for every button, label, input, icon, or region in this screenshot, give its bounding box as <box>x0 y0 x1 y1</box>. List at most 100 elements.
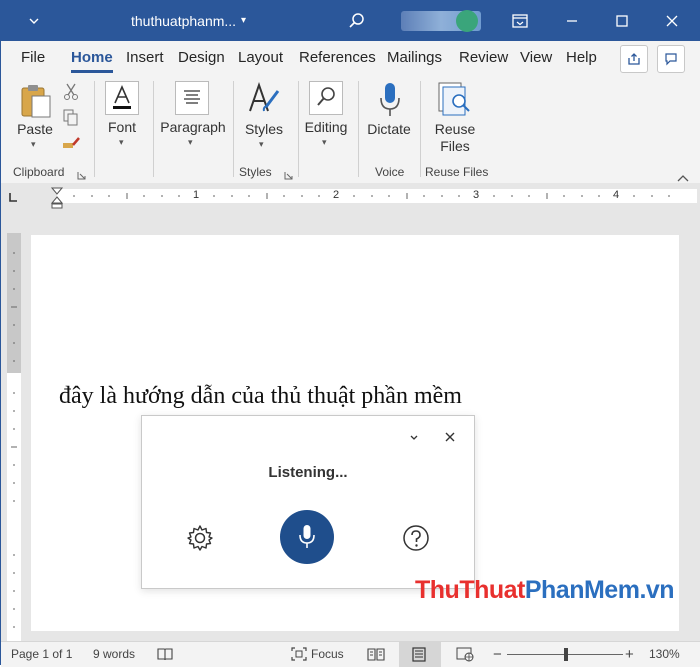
dictation-settings-button[interactable] <box>186 524 214 557</box>
editing-label[interactable]: Editing <box>301 119 351 135</box>
watermark-part2: PhanMem.vn <box>524 576 675 604</box>
close-icon <box>666 15 678 27</box>
dictation-microphone-button[interactable] <box>280 510 334 564</box>
horizontal-ruler[interactable]: 1 2 3 4 <box>1 183 700 212</box>
copy-button[interactable] <box>63 109 79 132</box>
dictation-status: Listening... <box>268 464 348 481</box>
ruler-number: 3 <box>473 189 480 201</box>
reuse-label-line1[interactable]: Reuse <box>427 121 483 137</box>
customize-toolbar-button[interactable] <box>19 1 49 41</box>
ruler-strip[interactable]: 1 2 3 4 <box>57 189 697 203</box>
dictation-help-button[interactable] <box>402 524 430 557</box>
gear-icon <box>187 525 213 551</box>
search-button[interactable] <box>343 1 371 41</box>
cut-button[interactable] <box>63 83 79 106</box>
font-button[interactable] <box>105 81 139 120</box>
comments-button[interactable] <box>657 45 685 73</box>
styles-label[interactable]: Styles <box>241 121 287 137</box>
zoom-level[interactable]: 130% <box>649 642 680 667</box>
paste-button[interactable] <box>19 83 53 124</box>
minimize-button[interactable] <box>557 1 587 41</box>
dictate-button[interactable] <box>377 81 403 124</box>
dictate-label[interactable]: Dictate <box>363 121 415 137</box>
tab-insert[interactable]: Insert <box>126 41 164 75</box>
page-count[interactable]: Page 1 of 1 <box>11 642 72 667</box>
paragraph-label[interactable]: Paragraph <box>157 119 229 135</box>
separator <box>420 81 421 177</box>
reuse-files-group-label: Reuse Files <box>425 165 489 179</box>
styles-button[interactable] <box>246 81 282 122</box>
maximize-button[interactable] <box>607 1 637 41</box>
chevron-down-icon <box>29 18 39 24</box>
font-dropdown-icon[interactable]: ▾ <box>119 137 124 148</box>
reuse-files-button[interactable] <box>437 81 473 122</box>
watermark-part1: ThuThuat <box>415 576 525 604</box>
chevron-down-icon <box>410 435 418 440</box>
tab-design[interactable]: Design <box>178 41 225 75</box>
tab-home[interactable]: Home <box>71 41 113 75</box>
book-icon <box>157 648 173 661</box>
tab-file[interactable]: File <box>21 41 45 75</box>
cut-icon <box>64 83 78 100</box>
tab-selector[interactable] <box>7 191 19 209</box>
format-painter-button[interactable] <box>61 135 81 158</box>
tab-help[interactable]: Help <box>566 41 597 75</box>
focus-button[interactable] <box>291 647 307 664</box>
ribbon-display-options-button[interactable] <box>507 1 533 41</box>
styles-icon <box>249 81 280 112</box>
separator <box>233 81 234 177</box>
avatar[interactable] <box>456 10 478 32</box>
vertical-ruler[interactable] <box>7 233 21 641</box>
close-button[interactable] <box>657 1 687 41</box>
tab-layout[interactable]: Layout <box>238 41 283 75</box>
read-mode-icon <box>367 648 385 661</box>
tab-references[interactable]: References <box>299 41 376 75</box>
reuse-label-line2[interactable]: Files <box>427 138 483 154</box>
document-name-caret[interactable]: ▾ <box>241 1 246 41</box>
proofing-button[interactable] <box>157 647 173 664</box>
tab-view[interactable]: View <box>520 41 552 75</box>
zoom-slider-thumb[interactable] <box>564 648 568 661</box>
styles-dropdown-icon[interactable]: ▾ <box>259 139 264 150</box>
tab-review[interactable]: Review <box>459 41 508 75</box>
search-icon <box>349 13 364 28</box>
paragraph-icon <box>175 81 209 115</box>
format-painter-icon <box>63 137 80 148</box>
dictation-collapse-button[interactable] <box>408 430 420 448</box>
find-icon <box>309 81 343 115</box>
zoom-in-button[interactable]: + <box>625 642 634 667</box>
dictation-panel: Listening... <box>141 415 475 589</box>
paste-dropdown-icon[interactable]: ▾ <box>31 139 36 150</box>
read-mode-button[interactable] <box>367 647 385 664</box>
ruler-number: 2 <box>333 189 340 201</box>
comment-icon <box>665 53 677 66</box>
vertical-ruler-ticks <box>11 252 17 628</box>
word-count[interactable]: 9 words <box>93 642 135 667</box>
help-icon <box>403 525 429 551</box>
font-label[interactable]: Font <box>101 119 143 135</box>
focus-label[interactable]: Focus <box>311 642 344 667</box>
share-button[interactable] <box>620 45 648 73</box>
paste-label[interactable]: Paste <box>13 121 57 137</box>
document-text[interactable]: đây là hướng dẫn của thủ thuật phần mềm <box>59 383 462 410</box>
zoom-out-button[interactable]: − <box>493 642 502 667</box>
word-window: thuthuatphanm... ▾ File Home Insert Desi… <box>0 0 700 667</box>
copy-icon <box>63 109 78 126</box>
editing-dropdown-icon[interactable]: ▾ <box>322 137 327 148</box>
paragraph-button[interactable] <box>175 81 209 120</box>
paragraph-dropdown-icon[interactable]: ▾ <box>188 137 193 148</box>
dictation-close-button[interactable] <box>444 430 456 448</box>
minimize-icon <box>567 20 577 22</box>
print-layout-button[interactable] <box>412 647 426 665</box>
web-layout-icon <box>456 647 474 662</box>
web-layout-button[interactable] <box>456 647 474 665</box>
ribbon-tabs: File Home Insert Design Layout Reference… <box>1 41 700 75</box>
document-name[interactable]: thuthuatphanm... <box>131 1 236 41</box>
indent-marker[interactable] <box>50 187 64 214</box>
print-layout-icon <box>412 647 426 662</box>
maximize-icon <box>616 15 628 27</box>
reuse-files-icon <box>438 82 470 116</box>
share-icon <box>628 53 640 65</box>
tab-mailings[interactable]: Mailings <box>387 41 442 75</box>
editing-button[interactable] <box>309 81 343 120</box>
